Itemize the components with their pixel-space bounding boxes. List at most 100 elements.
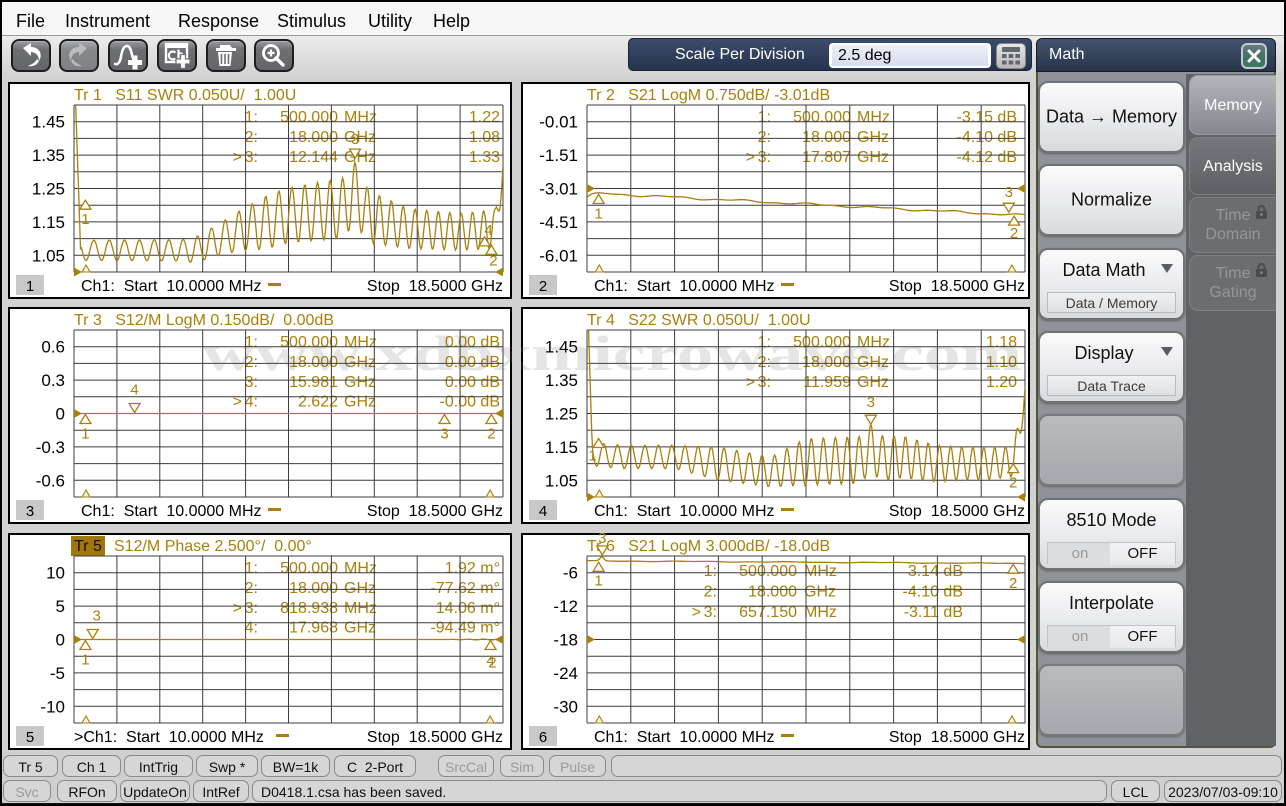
svg-text:1: 1: [594, 206, 602, 223]
svg-text:-5: -5: [50, 664, 65, 683]
svg-text:2: 2: [1009, 575, 1017, 592]
svg-text:1: 1: [81, 426, 89, 443]
svg-text:0: 0: [56, 631, 65, 650]
svg-text:2.622: 2.622: [298, 394, 338, 411]
svg-text:-3.01: -3.01: [539, 180, 578, 199]
svg-text:GHz: GHz: [344, 394, 376, 411]
svg-text:-4.10 dB: -4.10 dB: [903, 584, 963, 601]
svg-text:Stop 18.5000 GHz: Stop 18.5000 GHz: [889, 503, 1025, 520]
svg-text:-24: -24: [553, 664, 578, 683]
svg-text:4: 4: [539, 503, 547, 520]
svg-text:Ch1: Start 10.0000 MHz: Ch1: Start 10.0000 MHz: [594, 278, 775, 295]
svg-text:Tr 3 S12/M LogM 0.150dB/ 0.: Tr 3 S12/M LogM 0.150dB/ 0.00dB: [74, 312, 334, 329]
svg-text:MHz: MHz: [344, 109, 377, 126]
svg-text:1.15: 1.15: [32, 213, 65, 232]
svg-text:18.000: 18.000: [802, 129, 851, 146]
svg-text:Tr 1 S11 SWR 0.050U/ 1.00U: Tr 1 S11 SWR 0.050U/ 1.00U: [74, 87, 296, 104]
svg-text:3: 3: [26, 503, 34, 520]
svg-text:2: 2: [1009, 475, 1017, 492]
svg-text:Ch1: Start 10.0000 MHz: Ch1: Start 10.0000 MHz: [594, 503, 775, 520]
svg-text:-18: -18: [553, 631, 578, 650]
svg-text:2: 2: [488, 655, 496, 672]
svg-text:S12/M Phase 2.500°/ 0.00°: S12/M Phase 2.500°/ 0.00°: [114, 538, 312, 555]
svg-text:2: 2: [1010, 225, 1018, 242]
svg-text:Stop 18.5000 GHz: Stop 18.5000 GHz: [889, 278, 1025, 295]
svg-text:Stop 18.5000 GHz: Stop 18.5000 GHz: [367, 503, 503, 520]
svg-text:-4.12 dB: -4.12 dB: [957, 149, 1017, 166]
svg-text:1:: 1:: [245, 109, 258, 126]
svg-text:Tr 6 S21 LogM 3.000dB/ -18.0: Tr 6 S21 LogM 3.000dB/ -18.0dB: [587, 538, 830, 555]
svg-text:1.33: 1.33: [469, 149, 500, 166]
svg-text:Ch1: Start 10.0000 MHz: Ch1: Start 10.0000 MHz: [81, 503, 262, 520]
svg-text:MHz: MHz: [344, 560, 377, 577]
svg-text:-0.00 dB: -0.00 dB: [440, 394, 500, 411]
svg-text:1: 1: [594, 572, 602, 589]
svg-text:1.25: 1.25: [32, 180, 65, 199]
svg-text:-6: -6: [563, 564, 578, 583]
svg-text:1.05: 1.05: [545, 471, 578, 490]
svg-text:1:: 1:: [245, 560, 258, 577]
svg-text:0: 0: [56, 405, 65, 424]
svg-text:1.92 m°: 1.92 m°: [445, 560, 500, 577]
svg-text:-4.10 dB: -4.10 dB: [957, 129, 1017, 146]
svg-text:GHz: GHz: [344, 149, 376, 166]
svg-text:Stop 18.5000 GHz: Stop 18.5000 GHz: [367, 729, 503, 746]
svg-text:3: 3: [440, 426, 448, 443]
svg-text:1: 1: [26, 278, 34, 295]
svg-text:Ch1: Start 10.0000 MHz: Ch1: Start 10.0000 MHz: [594, 729, 775, 746]
svg-text:GHz: GHz: [857, 149, 889, 166]
svg-text:17.807: 17.807: [802, 149, 851, 166]
svg-text:-4.51: -4.51: [539, 213, 578, 232]
svg-text:Stop 18.5000 GHz: Stop 18.5000 GHz: [367, 278, 503, 295]
svg-text:-77.62 m°: -77.62 m°: [430, 580, 500, 597]
svg-text:5: 5: [26, 729, 34, 746]
svg-text:www.xdbxmicrowave.com: www.xdbxmicrowave.com: [202, 330, 1022, 381]
svg-text:1.05: 1.05: [32, 246, 65, 265]
svg-text:500.000: 500.000: [793, 109, 851, 126]
svg-text:Tr 2 S21 LogM 0.750dB/ -3.01: Tr 2 S21 LogM 0.750dB/ -3.01dB: [587, 87, 830, 104]
svg-text:1.22: 1.22: [469, 109, 500, 126]
svg-text:-10: -10: [40, 697, 65, 716]
svg-text:3:: 3:: [245, 149, 258, 166]
svg-text:3: 3: [351, 131, 359, 148]
svg-text:1: 1: [588, 448, 596, 465]
svg-text:2:: 2:: [758, 129, 771, 146]
svg-text:MHz: MHz: [344, 600, 377, 617]
svg-text:2:: 2:: [704, 584, 717, 601]
svg-text:18.000: 18.000: [748, 584, 797, 601]
svg-text:14.06 m°: 14.06 m°: [436, 600, 500, 617]
svg-text:2:: 2:: [245, 129, 258, 146]
svg-text:0.6: 0.6: [41, 338, 65, 357]
svg-text:4: 4: [484, 222, 492, 239]
svg-text:GHz: GHz: [344, 580, 376, 597]
svg-text:3.14 dB: 3.14 dB: [908, 563, 963, 580]
svg-text:1:: 1:: [704, 563, 717, 580]
svg-text:Tr 5: Tr 5: [74, 538, 102, 555]
svg-text:500.000: 500.000: [739, 563, 797, 580]
svg-text:3: 3: [1005, 184, 1013, 201]
svg-text:-0.01: -0.01: [539, 113, 578, 132]
svg-text:1.45: 1.45: [32, 113, 65, 132]
svg-text:1.35: 1.35: [32, 146, 65, 165]
svg-text:0.3: 0.3: [41, 371, 65, 390]
svg-text:-0.6: -0.6: [36, 471, 65, 490]
svg-text:3: 3: [93, 608, 101, 625]
svg-text:>: >: [746, 149, 755, 166]
svg-text:MHz: MHz: [857, 109, 890, 126]
svg-text:10: 10: [46, 564, 65, 583]
svg-text:17.968: 17.968: [289, 620, 338, 637]
svg-text:Stop 18.5000 GHz: Stop 18.5000 GHz: [889, 729, 1025, 746]
svg-text:>: >: [233, 394, 242, 411]
svg-text:GHz: GHz: [344, 620, 376, 637]
svg-text:2: 2: [489, 252, 497, 269]
svg-text:1: 1: [81, 652, 89, 669]
svg-text:-3.15 dB: -3.15 dB: [957, 109, 1017, 126]
svg-text:GHz: GHz: [857, 129, 889, 146]
svg-text:>: >: [233, 600, 242, 617]
svg-text:-94.49 m°: -94.49 m°: [430, 620, 500, 637]
svg-text:Ch1: Start 10.0000 MHz: Ch1: Start 10.0000 MHz: [81, 278, 262, 295]
svg-text:3:: 3:: [758, 149, 771, 166]
svg-text:1: 1: [81, 211, 89, 228]
svg-text:2:: 2:: [245, 580, 258, 597]
svg-text:-1.51: -1.51: [539, 146, 578, 165]
